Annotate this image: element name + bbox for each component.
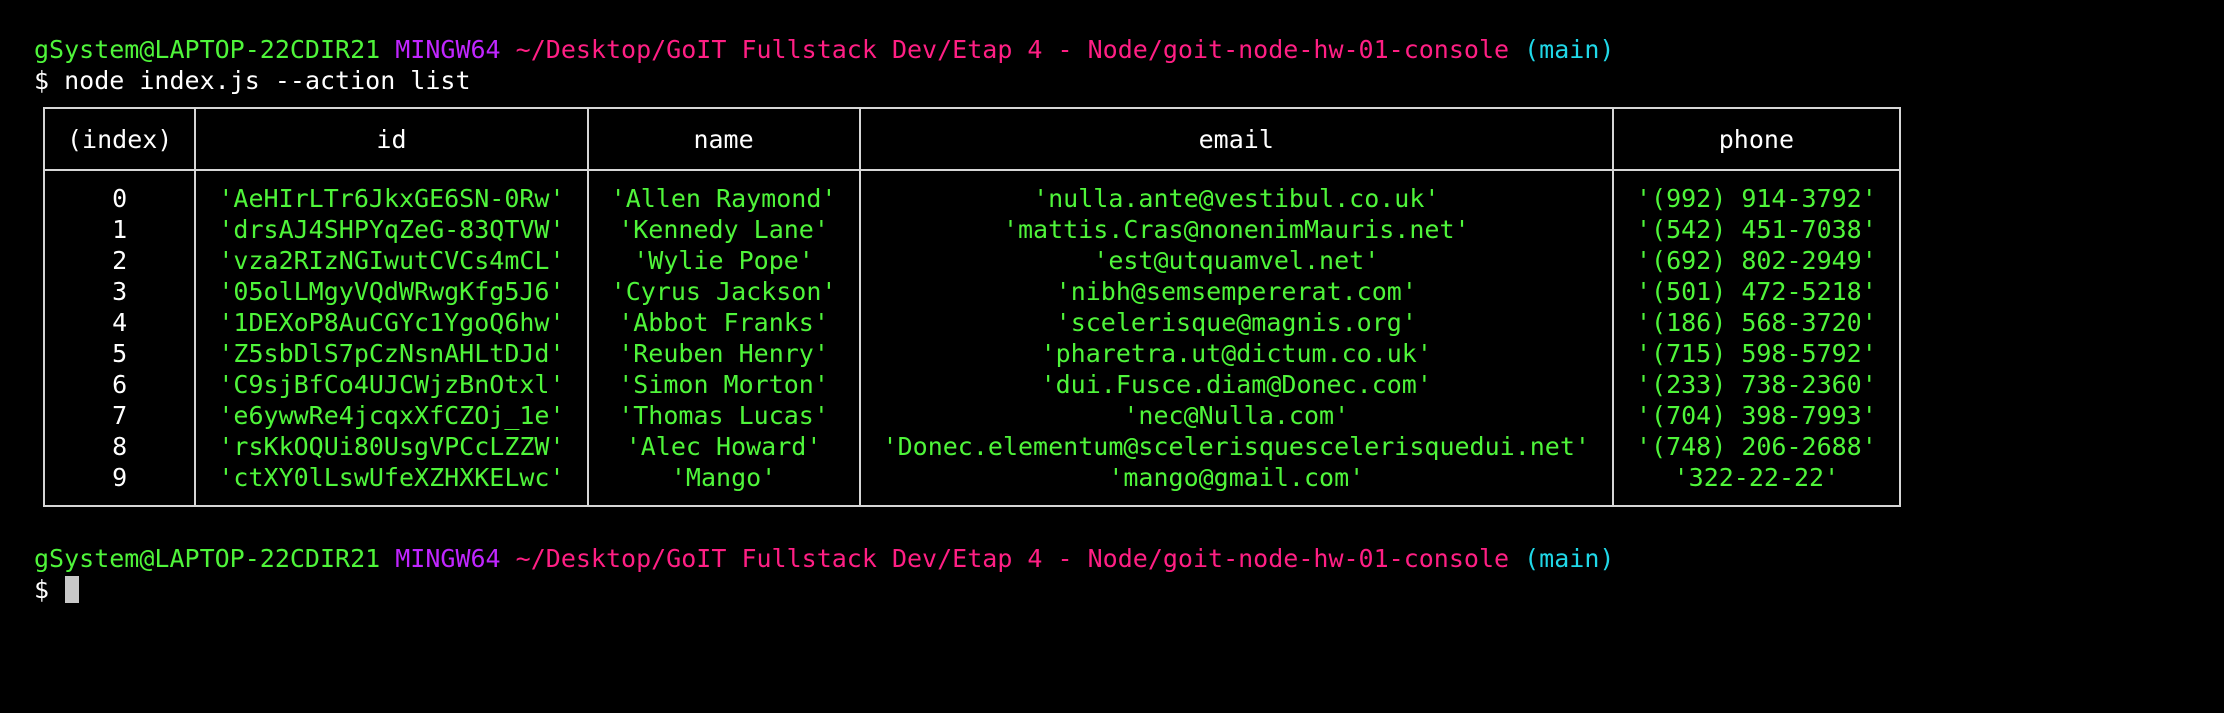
console-table-output: (index) id name email phone 0 'AeHIrLTr6… <box>43 107 2214 507</box>
prompt-line: gSystem@LAPTOP-22CDIR21 MINGW64 ~/Deskto… <box>34 543 2214 574</box>
prompt-dollar: $ <box>34 66 50 95</box>
row-id: 'C9sjBfCo4UJCWjzBnOtxl' <box>194 369 588 400</box>
contacts-table: (index) id name email phone 0 'AeHIrLTr6… <box>43 107 1901 507</box>
row-index: 6 <box>112 370 128 399</box>
row-index: 5 <box>112 339 128 368</box>
table-header-row: (index) id name email phone <box>44 108 1900 171</box>
row-id: 'rsKkOQUi80UsgVPCcLZZW' <box>194 431 588 462</box>
column-header-id: id <box>194 108 588 171</box>
row-id: 'Z5sbDlS7pCzNsnAHLtDJd' <box>194 338 588 369</box>
row-email: 'Donec.elementum@scelerisquescelerisqued… <box>858 431 1613 462</box>
row-name: 'Cyrus Jackson' <box>586 276 860 307</box>
prompt-user-host: gSystem@LAPTOP-22CDIR21 <box>34 35 381 64</box>
row-phone: '(501) 472-5218' <box>1611 276 1900 307</box>
row-phone: '(692) 802-2949' <box>1611 245 1900 276</box>
table-row: 9 'ctXY0lLswUfeXZHXKELwc' 'Mango' 'mango… <box>44 462 1900 506</box>
prompt-git-branch: (main) <box>1524 35 1615 64</box>
terminal-window[interactable]: gSystem@LAPTOP-22CDIR21 MINGW64 ~/Deskto… <box>34 34 2214 605</box>
row-id: 'ctXY0lLswUfeXZHXKELwc' <box>194 462 588 506</box>
table-row: 2 'vza2RIzNGIwutCVCs4mCL' 'Wylie Pope' '… <box>44 245 1900 276</box>
row-id: 'drsAJ4SHPYqZeG-83QTVW' <box>194 214 588 245</box>
prompt-path: ~/Desktop/GoIT Fullstack Dev/Etap 4 - No… <box>515 544 1510 573</box>
row-email: 'nec@Nulla.com' <box>858 400 1613 431</box>
table-row: 1 'drsAJ4SHPYqZeG-83QTVW' 'Kennedy Lane'… <box>44 214 1900 245</box>
row-phone: '(992) 914-3792' <box>1611 170 1900 214</box>
row-id: 'e6ywwRe4jcqxXfCZOj_1e' <box>194 400 588 431</box>
prompt-user-host: gSystem@LAPTOP-22CDIR21 <box>34 544 381 573</box>
input-line[interactable]: $ <box>34 574 2214 605</box>
row-email: 'mango@gmail.com' <box>858 462 1613 506</box>
row-name: 'Abbot Franks' <box>586 307 860 338</box>
row-id: '05olLMgyVQdWRwgKfg5J6' <box>194 276 588 307</box>
row-email: 'scelerisque@magnis.org' <box>858 307 1613 338</box>
row-phone: '(542) 451-7038' <box>1611 214 1900 245</box>
prompt-git-branch: (main) <box>1524 544 1615 573</box>
row-id: 'AeHIrLTr6JkxGE6SN-0Rw' <box>194 170 588 214</box>
row-index: 2 <box>112 246 128 275</box>
row-index: 4 <box>112 308 128 337</box>
row-phone: '(715) 598-5792' <box>1611 338 1900 369</box>
row-name: 'Mango' <box>586 462 860 506</box>
column-header-name: name <box>586 108 860 171</box>
row-email: 'mattis.Cras@nonenimMauris.net' <box>858 214 1613 245</box>
row-index: 3 <box>112 277 128 306</box>
command-text: node index.js --action list <box>64 66 471 95</box>
row-email: 'nibh@semsempererat.com' <box>858 276 1613 307</box>
row-phone: '(186) 568-3720' <box>1611 307 1900 338</box>
column-header-email: email <box>858 108 1613 171</box>
table-row: 0 'AeHIrLTr6JkxGE6SN-0Rw' 'Allen Raymond… <box>44 170 1900 214</box>
row-id: '1DEXoP8AuCGYc1YgoQ6hw' <box>194 307 588 338</box>
table-row: 3 '05olLMgyVQdWRwgKfg5J6' 'Cyrus Jackson… <box>44 276 1900 307</box>
table-row: 8 'rsKkOQUi80UsgVPCcLZZW' 'Alec Howard' … <box>44 431 1900 462</box>
table-row: 4 '1DEXoP8AuCGYc1YgoQ6hw' 'Abbot Franks'… <box>44 307 1900 338</box>
row-phone: '(233) 738-2360' <box>1611 369 1900 400</box>
row-name: 'Allen Raymond' <box>586 170 860 214</box>
row-name: 'Thomas Lucas' <box>586 400 860 431</box>
row-name: 'Wylie Pope' <box>586 245 860 276</box>
column-header-phone: phone <box>1611 108 1900 171</box>
row-email: 'pharetra.ut@dictum.co.uk' <box>858 338 1613 369</box>
row-name: 'Simon Morton' <box>586 369 860 400</box>
text-cursor[interactable] <box>65 576 80 603</box>
row-email: 'est@utquamvel.net' <box>858 245 1613 276</box>
row-index: 1 <box>112 215 128 244</box>
row-index: 0 <box>112 184 128 213</box>
prompt-msystem: MINGW64 <box>395 35 501 64</box>
row-name: 'Kennedy Lane' <box>586 214 860 245</box>
prompt-dollar: $ <box>34 575 50 604</box>
command-line: $ node index.js --action list <box>34 65 2214 96</box>
prompt-path: ~/Desktop/GoIT Fullstack Dev/Etap 4 - No… <box>515 35 1510 64</box>
row-phone: '(704) 398-7993' <box>1611 400 1900 431</box>
row-email: 'nulla.ante@vestibul.co.uk' <box>858 170 1613 214</box>
row-index: 9 <box>112 463 128 492</box>
table-row: 5 'Z5sbDlS7pCzNsnAHLtDJd' 'Reuben Henry'… <box>44 338 1900 369</box>
row-index: 7 <box>112 401 128 430</box>
table-row: 7 'e6ywwRe4jcqxXfCZOj_1e' 'Thomas Lucas'… <box>44 400 1900 431</box>
row-name: 'Alec Howard' <box>586 431 860 462</box>
row-phone: '(748) 206-2688' <box>1611 431 1900 462</box>
row-id: 'vza2RIzNGIwutCVCs4mCL' <box>194 245 588 276</box>
prompt-msystem: MINGW64 <box>395 544 501 573</box>
output-spacer <box>34 507 2214 543</box>
row-phone: '322-22-22' <box>1611 462 1900 506</box>
row-index: 8 <box>112 432 128 461</box>
row-name: 'Reuben Henry' <box>586 338 860 369</box>
table-row: 6 'C9sjBfCo4UJCWjzBnOtxl' 'Simon Morton'… <box>44 369 1900 400</box>
prompt-line: gSystem@LAPTOP-22CDIR21 MINGW64 ~/Deskto… <box>34 34 2214 65</box>
row-email: 'dui.Fusce.diam@Donec.com' <box>858 369 1613 400</box>
column-header-index: (index) <box>44 108 196 171</box>
